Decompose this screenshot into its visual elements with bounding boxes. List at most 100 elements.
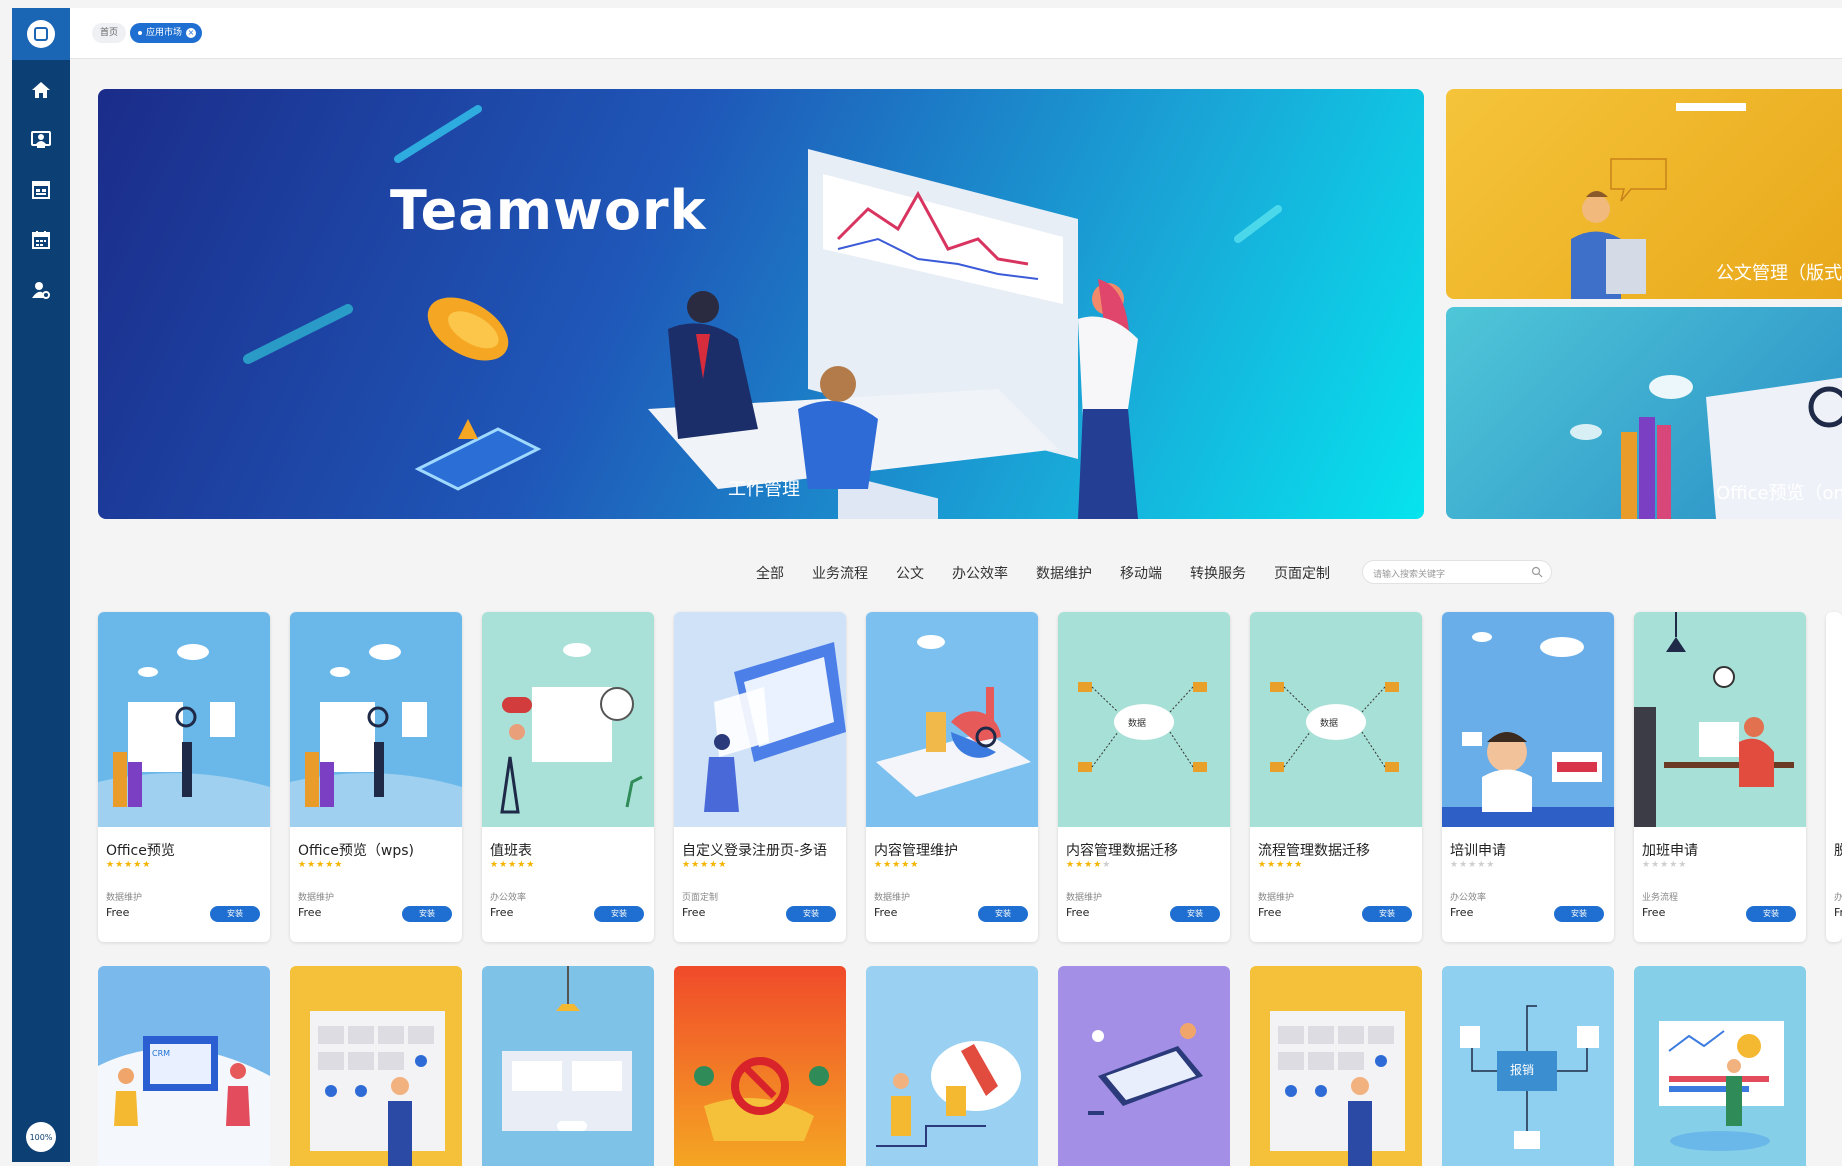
sidebar-item-schedule[interactable] <box>12 168 70 212</box>
sidebar-item-contacts[interactable] <box>12 118 70 162</box>
app-rating: ★★★★★ <box>682 860 728 870</box>
app-name: Office预览（wps) <box>298 843 414 859</box>
app-price: Free <box>106 906 130 919</box>
app-logo[interactable] <box>12 8 70 60</box>
tab-all[interactable]: 全部 <box>756 563 784 583</box>
tab-app-market[interactable]: 应用市场 × <box>130 23 203 43</box>
hero-title: Teamwork <box>390 179 707 242</box>
card-illustration <box>290 966 462 1166</box>
card-illustration: 数据 <box>1250 612 1422 827</box>
side-banner-office-preview[interactable]: Office预览（only <box>1446 307 1842 519</box>
card-illustration <box>482 612 654 827</box>
side-banner-office-preview-caption: Office预览（only <box>1716 483 1842 504</box>
install-button[interactable]: 安装 <box>978 906 1028 922</box>
install-button[interactable]: 安装 <box>402 906 452 922</box>
close-icon[interactable]: × <box>186 28 197 38</box>
app-category: 办公效率 <box>1450 893 1487 903</box>
card-illustration: 数据 <box>1058 612 1230 827</box>
sidebar-item-home[interactable] <box>12 68 70 112</box>
card-illustration <box>1250 966 1422 1166</box>
app-card[interactable]: 内容管理维护 ★★★★★ 数据维护 Free 安装 <box>866 612 1038 942</box>
app-card[interactable]: 自定义登录注册页-多语 ★★★★★ 页面定制 Free 安装 <box>674 612 846 942</box>
app-card-expense[interactable]: 报销 <box>1442 966 1614 1166</box>
app-card[interactable]: 加班申请 ★★★★★ 业务流程 Free 安装 <box>1634 612 1806 942</box>
app-card[interactable]: Office预览 ★★★★★ 数据维护 Free 安装 <box>98 612 270 942</box>
app-card[interactable] <box>482 966 654 1166</box>
tab-data-maintenance[interactable]: 数据维护 <box>1036 563 1092 583</box>
app-card[interactable]: 数据 内容管理数据迁移 ★★★★★ 数据维护 Free 安装 <box>1058 612 1230 942</box>
app-card[interactable]: 脱 办 Fr <box>1826 612 1842 942</box>
app-card[interactable] <box>1058 966 1230 1166</box>
app-card[interactable]: 培训申请 ★★★★★ 办公效率 Free 安装 <box>1442 612 1614 942</box>
tab-mobile[interactable]: 移动端 <box>1120 563 1162 583</box>
app-rating: ★★★★★ <box>298 860 344 870</box>
tab-conversion-service[interactable]: 转换服务 <box>1190 563 1246 583</box>
install-button[interactable]: 安装 <box>1170 906 1220 922</box>
app-card[interactable] <box>674 966 846 1166</box>
calendar-icon <box>32 231 50 249</box>
app-name: 内容管理维护 <box>874 843 958 859</box>
app-card[interactable]: Office预览（wps) ★★★★★ 数据维护 Free 安装 <box>290 612 462 942</box>
tab-official-document[interactable]: 公文 <box>896 563 924 583</box>
card-illustration <box>866 612 1038 827</box>
install-button[interactable]: 安装 <box>1746 906 1796 922</box>
svg-text:数据: 数据 <box>1128 717 1146 729</box>
app-category: 数据维护 <box>874 893 911 903</box>
search-input[interactable]: 请输入搜索关键字 <box>1362 560 1552 584</box>
install-button[interactable]: 安装 <box>1554 906 1604 922</box>
app-price: Free <box>1066 906 1090 919</box>
svg-text:数据: 数据 <box>1320 717 1338 729</box>
home-icon <box>32 82 50 98</box>
calendar-grid-icon <box>32 181 50 199</box>
tab-home[interactable]: 首页 <box>92 23 127 43</box>
app-card[interactable] <box>866 966 1038 1166</box>
install-button[interactable]: 安装 <box>594 906 644 922</box>
tab-app-market-label: 应用市场 <box>146 28 183 38</box>
tab-business-process[interactable]: 业务流程 <box>812 563 868 583</box>
hero-banner[interactable]: Teamwork 工作管理 <box>98 89 1424 519</box>
install-button[interactable]: 安装 <box>1362 906 1412 922</box>
card-illustration <box>1634 966 1806 1166</box>
app-price: Free <box>490 906 514 919</box>
card-illustration <box>866 966 1038 1166</box>
search-placeholder: 请输入搜索关键字 <box>1373 570 1446 580</box>
app-price: Free <box>1258 906 1282 919</box>
app-card[interactable] <box>1634 966 1806 1166</box>
sidebar-item-calendar[interactable] <box>12 218 70 262</box>
tab-page-customization[interactable]: 页面定制 <box>1274 563 1330 583</box>
user-monitor-icon <box>31 131 51 148</box>
app-card-crm[interactable]: CRM <box>98 966 270 1166</box>
card-illustration: 报销 <box>1442 966 1614 1166</box>
app-name: 加班申请 <box>1642 843 1698 859</box>
install-button[interactable]: 安装 <box>786 906 836 922</box>
active-dot-icon <box>138 31 142 35</box>
app-name: 脱 <box>1834 843 1842 859</box>
card-illustration <box>482 966 654 1166</box>
app-name: 流程管理数据迁移 <box>1258 843 1370 859</box>
tab-office-efficiency[interactable]: 办公效率 <box>952 563 1008 583</box>
side-banner-document[interactable]: 公文管理（版式纟 <box>1446 89 1842 299</box>
sidebar-item-user-settings[interactable] <box>12 268 70 312</box>
app-card[interactable]: 值班表 ★★★★★ 办公效率 Free 安装 <box>482 612 654 942</box>
card-illustration <box>98 612 270 827</box>
search-icon[interactable] <box>1531 566 1543 578</box>
card-illustration <box>674 612 846 827</box>
app-card[interactable]: 数据 流程管理数据迁移 ★★★★★ 数据维护 Free 安装 <box>1250 612 1422 942</box>
app-rating: ★★★★★ <box>874 860 920 870</box>
app-price: Free <box>298 906 322 919</box>
card-illustration <box>1826 612 1842 827</box>
app-price: Free <box>874 906 898 919</box>
hero-caption: 工作管理 <box>728 479 800 500</box>
app-rating: ★★★★★ <box>106 860 152 870</box>
card-illustration <box>1058 966 1230 1166</box>
card-illustration <box>290 612 462 827</box>
app-card[interactable] <box>290 966 462 1166</box>
side-banner-document-caption: 公文管理（版式纟 <box>1716 263 1842 284</box>
app-category: 办公效率 <box>490 893 527 903</box>
zoom-indicator[interactable]: 100% <box>26 1122 56 1152</box>
app-price: Free <box>682 906 706 919</box>
app-category: 业务流程 <box>1642 893 1679 903</box>
install-button[interactable]: 安装 <box>210 906 260 922</box>
app-category: 办 <box>1834 893 1842 903</box>
app-card[interactable] <box>1250 966 1422 1166</box>
